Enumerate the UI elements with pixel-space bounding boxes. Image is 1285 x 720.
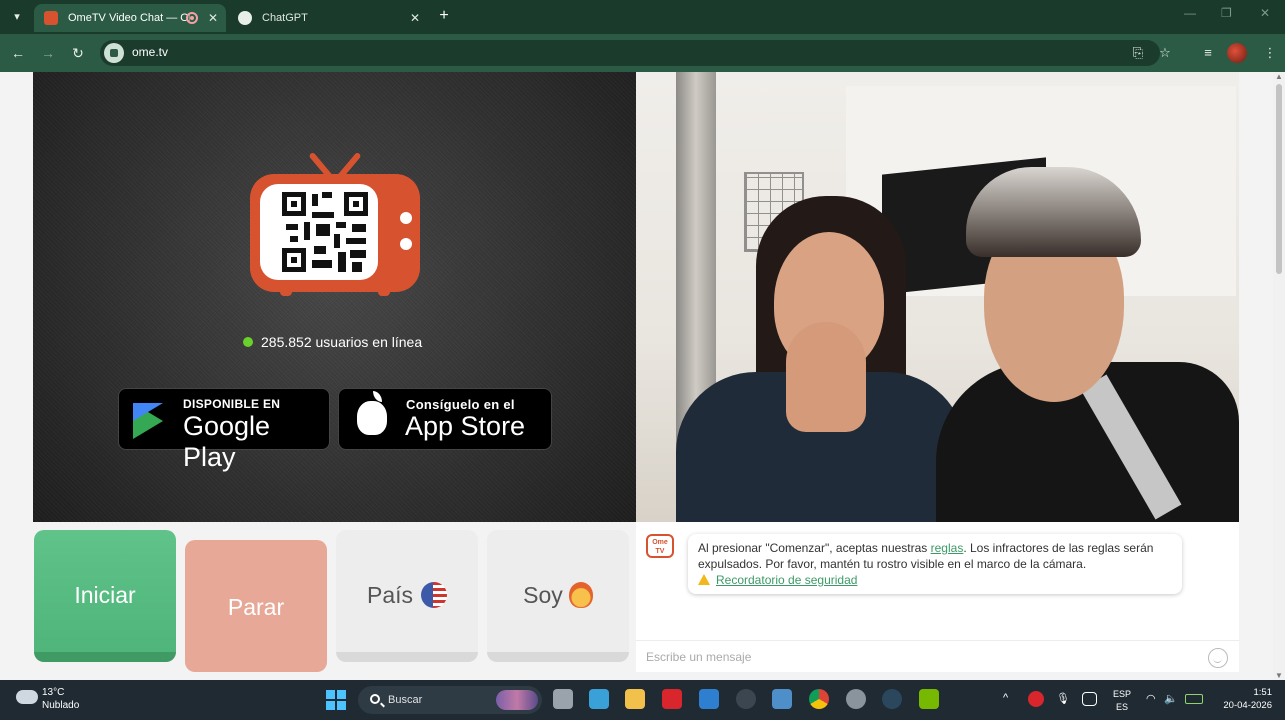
close-icon[interactable]: ✕: [208, 4, 218, 32]
apple-icon: [357, 391, 387, 435]
mail-icon[interactable]: [699, 689, 719, 709]
volume-icon[interactable]: 🔈: [1164, 692, 1178, 705]
tray-app-icon[interactable]: [1028, 691, 1044, 707]
gender-label: Soy: [523, 582, 563, 608]
qr-code: [282, 192, 370, 274]
task-view-icon[interactable]: [553, 689, 573, 709]
page-scrollbar[interactable]: ▲ ▼: [1273, 72, 1285, 680]
install-icon[interactable]: ⎘: [1128, 43, 1148, 63]
close-icon[interactable]: ✕: [410, 4, 420, 32]
search-icon: [370, 694, 380, 704]
ometv-favicon: [44, 11, 58, 25]
chrome-icon[interactable]: [809, 689, 829, 709]
microphone-icon[interactable]: 🎙: [1056, 692, 1070, 705]
file-explorer-icon[interactable]: [625, 689, 645, 709]
qr-tv-logo: [250, 144, 420, 296]
us-flag-icon: [421, 582, 448, 608]
windows-taskbar: 13°C Nublado Buscar ^ 🎙 ESP ES ◠ 🔈 1:51 …: [0, 680, 1285, 720]
back-icon[interactable]: ←: [8, 43, 28, 63]
keyboard-layout[interactable]: ES: [1112, 702, 1132, 712]
reload-icon[interactable]: ↻: [68, 43, 88, 63]
steam-icon[interactable]: [882, 689, 902, 709]
country-label: País: [366, 582, 414, 608]
star-icon[interactable]: ☆: [1155, 43, 1175, 63]
weather-icon[interactable]: [16, 690, 38, 704]
scrollbar-thumb[interactable]: [1276, 84, 1282, 274]
weather-temperature[interactable]: 13°C: [42, 687, 64, 698]
recording-icon: [186, 12, 198, 24]
online-count-text: 285.852 usuarios en línea: [261, 334, 423, 350]
tray-display-icon[interactable]: [1082, 692, 1097, 706]
chat-divider: [636, 640, 1239, 641]
rules-link[interactable]: reglas: [931, 541, 964, 555]
taskbar-search-label: Buscar: [388, 694, 423, 706]
taskbar-search[interactable]: Buscar: [358, 686, 542, 714]
tab-chatgpt[interactable]: ChatGPT ✕: [228, 4, 428, 32]
minimize-icon[interactable]: —: [1184, 6, 1196, 20]
person-emoji-icon: [568, 582, 593, 608]
emoji-icon[interactable]: [1208, 648, 1228, 668]
media-icon[interactable]: ≡: [1198, 43, 1218, 63]
country-filter-button[interactable]: País: [336, 530, 478, 662]
google-play-badge[interactable]: DISPONIBLE EN Google Play: [118, 388, 330, 472]
online-users-counter: 285.852 usuarios en línea: [243, 334, 422, 350]
tray-chevron-icon[interactable]: ^: [1003, 692, 1008, 704]
ometv-chat-logo: Ome TV: [646, 534, 674, 558]
app-store-badge[interactable]: Consíguelo en el App Store: [338, 388, 552, 450]
app-l-icon[interactable]: [662, 689, 682, 709]
site-info-icon[interactable]: [104, 43, 124, 63]
search-highlight-image: [496, 690, 538, 710]
local-video-panel: 285.852 usuarios en línea DISPONIBLE EN …: [33, 72, 636, 522]
url-text: ome.tv: [132, 45, 169, 59]
remote-video-panel: [636, 72, 1239, 522]
ometv-page: 285.852 usuarios en línea DISPONIBLE EN …: [0, 72, 1285, 680]
profile-avatar[interactable]: [1227, 43, 1247, 63]
windows-start-icon[interactable]: [326, 690, 346, 710]
maximize-icon[interactable]: ❐: [1221, 6, 1232, 20]
stop-button[interactable]: Parar: [185, 540, 327, 672]
new-tab-icon[interactable]: +: [434, 6, 454, 26]
google-play-big-text: Google Play: [183, 411, 271, 472]
browser-toolbar: ← → ↻ ome.tv ⎘ ☆ ≡: [0, 34, 1285, 72]
google-play-icon: [133, 403, 163, 439]
tab-title: OmeTV Video Chat — Ome: [68, 12, 190, 24]
tab-strip: ▾ OmeTV Video Chat — Ome ✕ ChatGPT ✕ + —…: [0, 0, 1285, 34]
start-label: Iniciar: [74, 582, 136, 608]
weather-description[interactable]: Nublado: [42, 700, 79, 711]
stop-label: Parar: [227, 594, 285, 620]
scroll-up-icon[interactable]: ▲: [1275, 72, 1283, 81]
chat-panel: Ome TV Al presionar "Comenzar", aceptas …: [636, 522, 1239, 672]
wifi-icon[interactable]: ◠: [1146, 692, 1156, 705]
gender-filter-button[interactable]: Soy: [487, 530, 629, 662]
app-store-big-text: App Store: [405, 411, 526, 441]
window-close-icon[interactable]: ✕: [1260, 6, 1270, 20]
clock-time: 1:51: [1253, 687, 1273, 698]
warning-icon: [698, 574, 710, 585]
chatgpt-favicon: [238, 11, 252, 25]
app-f-icon[interactable]: [589, 689, 609, 709]
scroll-down-icon[interactable]: ▼: [1275, 671, 1283, 680]
clock-date: 20-04-2026: [1223, 700, 1272, 711]
notice-prefix: Al presionar "Comenzar", aceptas nuestra…: [698, 541, 931, 555]
app-notification-icon[interactable]: [736, 689, 756, 709]
menu-icon[interactable]: ⋮: [1260, 43, 1280, 63]
address-bar[interactable]: ome.tv: [100, 40, 1160, 66]
tab-search-icon[interactable]: ▾: [6, 7, 28, 27]
nvidia-icon[interactable]: [919, 689, 939, 709]
settings-icon[interactable]: [846, 689, 866, 709]
safety-reminder-link[interactable]: Recordatorio de seguridad: [716, 573, 857, 587]
system-notice-message: Al presionar "Comenzar", aceptas nuestra…: [688, 534, 1182, 594]
app-store-small-text: Consíguelo en el: [406, 397, 515, 412]
photos-icon[interactable]: [772, 689, 792, 709]
chat-message-input[interactable]: [646, 648, 1186, 666]
tab-ometv[interactable]: OmeTV Video Chat — Ome ✕: [34, 4, 226, 32]
start-button[interactable]: Iniciar: [34, 530, 176, 662]
online-dot-icon: [243, 337, 253, 347]
google-play-small-text: DISPONIBLE EN: [183, 397, 281, 411]
forward-icon[interactable]: →: [38, 43, 58, 63]
static-noise: [33, 72, 636, 522]
system-clock[interactable]: 1:51 20-04-2026: [1200, 686, 1272, 712]
tab-title: ChatGPT: [262, 12, 308, 24]
keyboard-language[interactable]: ESP: [1112, 689, 1132, 699]
